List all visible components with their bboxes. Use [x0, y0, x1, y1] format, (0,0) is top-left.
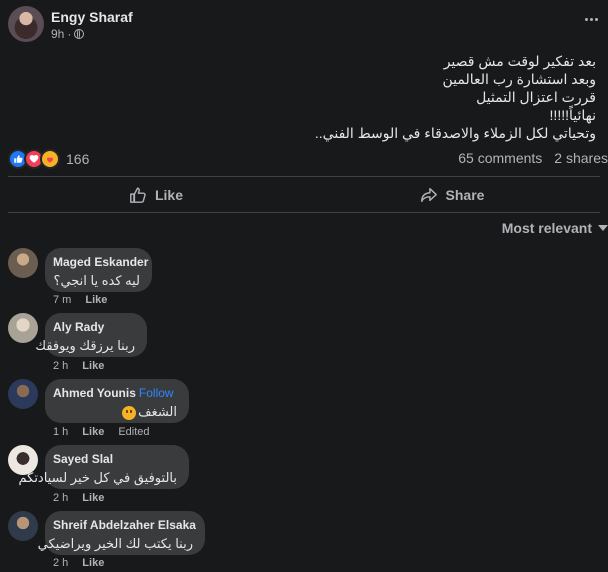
comment-time[interactable]: 2 h: [53, 492, 68, 504]
care-reaction-icon: [40, 149, 60, 169]
comment-like-button[interactable]: Like: [82, 492, 104, 504]
comment-text: الشغف: [53, 403, 177, 421]
more-options-icon[interactable]: [582, 10, 600, 28]
post-text-line: نهائياً!!!!!: [549, 107, 596, 123]
edited-label: Edited: [118, 426, 150, 438]
author-name[interactable]: Engy Sharaf: [51, 9, 133, 25]
post-meta: 9h ·: [51, 27, 85, 41]
comment-like-button[interactable]: Like: [82, 557, 104, 569]
comment-like-button[interactable]: Like: [82, 360, 104, 372]
comment-bubble: Sayed Slal بالتوفيق في كل خير لسيادتكم: [18, 445, 189, 489]
reaction-count[interactable]: 166: [66, 151, 89, 167]
commenter-avatar[interactable]: [8, 248, 38, 278]
comment-text: ليه كده يا انجي؟: [53, 273, 140, 288]
post-text-line: قررت اعتزال التمثيل: [476, 89, 596, 105]
comment-meta: 2 h Like: [53, 360, 104, 372]
share-label: Share: [445, 187, 485, 203]
comment-meta: 2 h Like: [53, 492, 104, 504]
comment-bubble: Aly Rady ربنا يرزقك ويوفقك: [35, 313, 147, 357]
commenter-avatar[interactable]: [8, 313, 38, 343]
commenter-name[interactable]: Aly Rady: [53, 319, 135, 335]
post-text: بعد تفكير لوقت مش قصير وبعد استشارة رب ا…: [116, 52, 596, 142]
share-button[interactable]: Share: [304, 178, 600, 212]
commenter-name[interactable]: Sayed Slal: [53, 451, 177, 467]
comment-bubble: Ahmed Younis Follow الشغف: [45, 379, 189, 423]
commenter-name[interactable]: Maged Eskander: [53, 254, 148, 270]
sort-label: Most relevant: [501, 220, 592, 236]
comment-text-content: الشغف: [138, 404, 177, 419]
comment-meta: 1 h Like Edited: [53, 426, 150, 438]
post-time[interactable]: 9h: [51, 27, 64, 41]
commenter-avatar[interactable]: [8, 379, 38, 409]
shares-count[interactable]: 2 shares: [554, 150, 608, 166]
comment-like-button[interactable]: Like: [85, 294, 107, 306]
comment-bubble: Shreif Abdelzaher Elsaka ربنا يكتب لك ال…: [37, 511, 205, 555]
sad-emoji-icon: [122, 405, 137, 420]
post-text-line: وبعد استشارة رب العالمين: [442, 71, 596, 87]
comment-meta: 7 m Like: [53, 294, 107, 306]
globe-icon: [74, 29, 85, 39]
post-text-line: بعد تفكير لوقت مش قصير: [443, 53, 596, 69]
comment-time[interactable]: 2 h: [53, 360, 68, 372]
thumbs-up-icon: [130, 187, 146, 203]
commenter-name[interactable]: Shreif Abdelzaher Elsaka: [53, 517, 196, 533]
comment-bubble: Maged Eskander ليه كده يا انجي؟: [45, 248, 152, 292]
divider: [8, 176, 600, 177]
comment-text: بالتوفيق في كل خير لسيادتكم: [18, 470, 177, 485]
commenter-name[interactable]: Ahmed Younis: [53, 386, 136, 400]
comment-text: ربنا يرزقك ويوفقك: [35, 338, 135, 353]
comment-sort-dropdown[interactable]: Most relevant: [502, 220, 608, 236]
commenter-name-row: Ahmed Younis Follow: [53, 385, 177, 401]
commenter-avatar[interactable]: [8, 511, 38, 541]
post-actions: Like Share: [8, 178, 600, 212]
post-stats: 65 comments 2 shares: [458, 150, 608, 166]
author-avatar[interactable]: [8, 6, 44, 42]
comments-count[interactable]: 65 comments: [458, 150, 542, 166]
comment-like-button[interactable]: Like: [82, 426, 104, 438]
divider: [8, 212, 600, 213]
like-button[interactable]: Like: [8, 178, 304, 212]
comment-time[interactable]: 2 h: [53, 557, 68, 569]
comment-time[interactable]: 7 m: [53, 294, 71, 306]
chevron-down-icon: [598, 225, 608, 231]
comment-time[interactable]: 1 h: [53, 426, 68, 438]
comment-meta: 2 h Like: [53, 557, 104, 569]
share-arrow-icon: [420, 187, 437, 203]
reactions-summary[interactable]: 166: [8, 149, 89, 169]
post-text-line: وتحياتي لكل الزملاء والاصدقاء في الوسط ا…: [314, 125, 596, 141]
follow-link[interactable]: Follow: [139, 386, 174, 400]
like-label: Like: [154, 187, 183, 203]
comment-text: ربنا يكتب لك الخير ويراضيكي: [37, 536, 193, 551]
